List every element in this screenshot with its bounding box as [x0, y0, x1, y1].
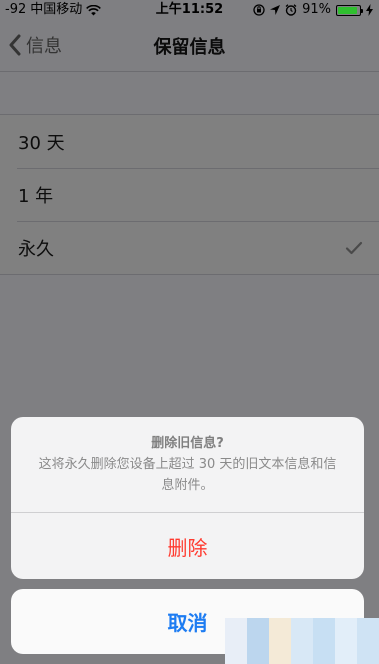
status-bar: -92 中国移动 上午11:52 91%	[0, 0, 379, 20]
checkmark-icon	[345, 239, 363, 255]
retention-options-list: 30 天 1 年 永久	[0, 114, 379, 275]
charging-icon	[366, 4, 373, 16]
orientation-lock-icon	[253, 4, 265, 16]
option-label: 永久	[18, 238, 54, 260]
option-forever[interactable]: 永久	[0, 221, 379, 274]
watermark	[225, 618, 379, 664]
navigation-bar: 信息 保留信息	[0, 20, 379, 72]
option-1-year[interactable]: 1 年	[0, 168, 379, 221]
action-sheet-message: 这将永久删除您设备上超过 30 天的旧文本信息和信息附件。	[38, 457, 337, 493]
option-label: 1 年	[18, 185, 54, 207]
status-right: 91%	[253, 0, 373, 20]
battery-icon	[336, 4, 363, 16]
action-sheet-title: 删除旧信息?	[151, 436, 224, 451]
location-icon	[270, 5, 281, 15]
action-sheet: 删除旧信息? 这将永久删除您设备上超过 30 天的旧文本信息和信息附件。 删除	[11, 417, 364, 579]
page-title: 保留信息	[153, 37, 226, 58]
action-sheet-header: 删除旧信息? 这将永久删除您设备上超过 30 天的旧文本信息和信息附件。	[11, 417, 364, 513]
battery-fill	[338, 6, 358, 14]
option-label: 30 天	[18, 132, 65, 154]
alarm-icon	[285, 4, 297, 16]
battery-percent: 91%	[302, 2, 331, 17]
delete-button[interactable]: 删除	[11, 513, 364, 579]
option-30-days[interactable]: 30 天	[0, 115, 379, 168]
